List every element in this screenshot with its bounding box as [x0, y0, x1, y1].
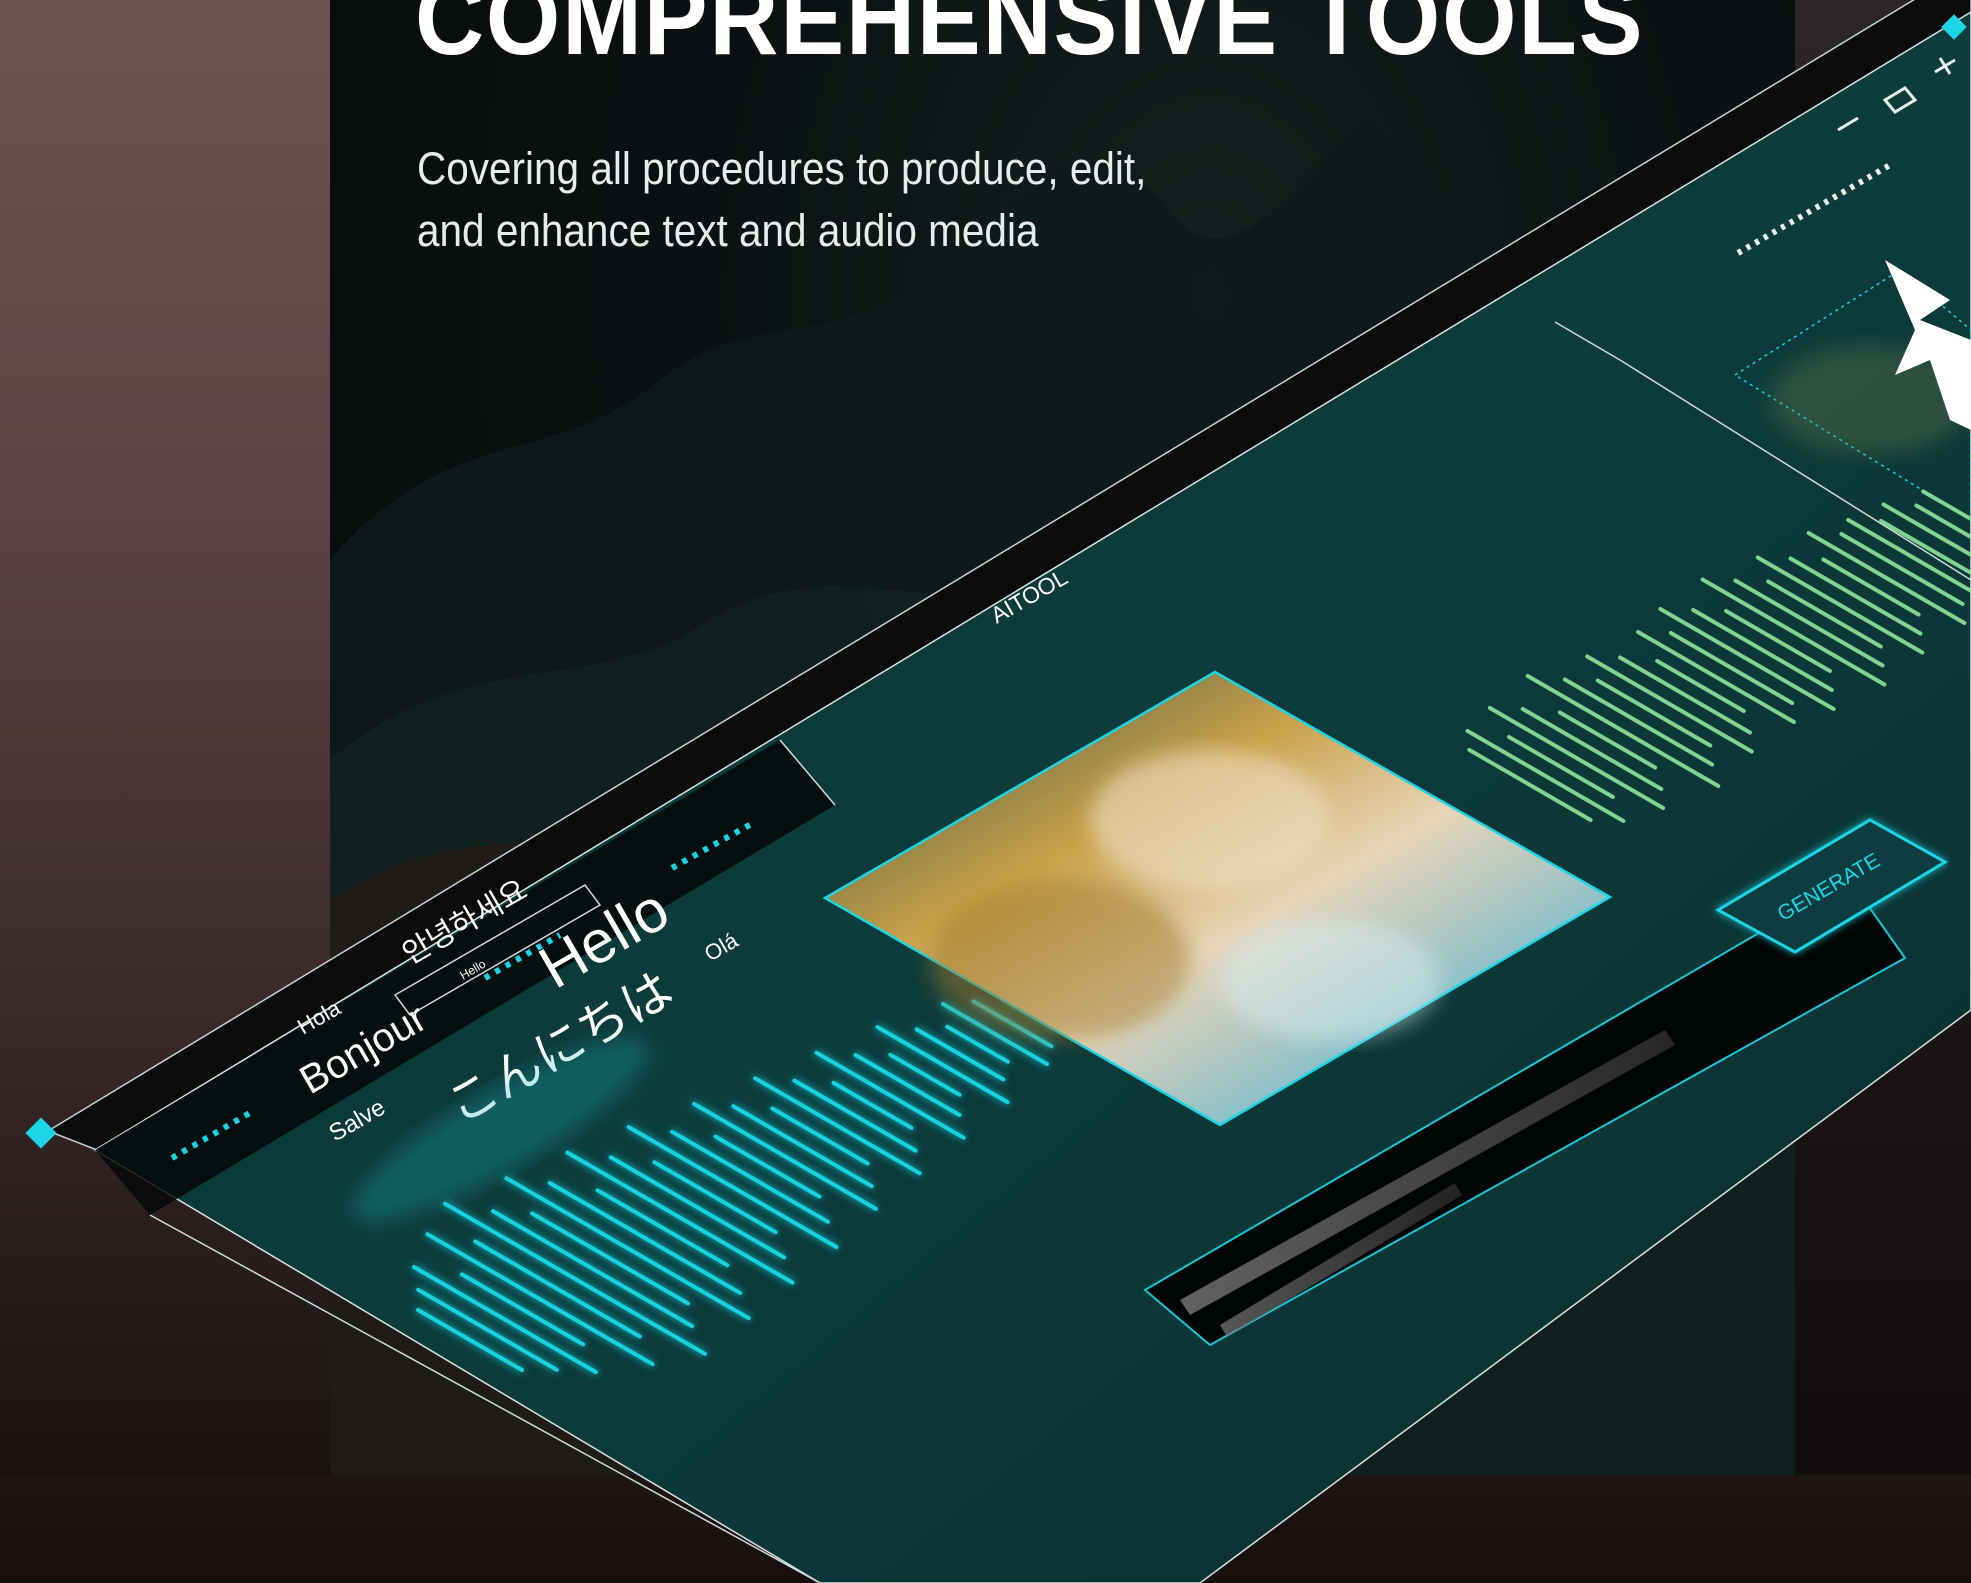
app-window-scene: GENERATE AITOOL Hola 안녕하세요 Hello Hello O…	[25, 0, 1971, 1583]
corner-handle[interactable]	[25, 1117, 57, 1149]
